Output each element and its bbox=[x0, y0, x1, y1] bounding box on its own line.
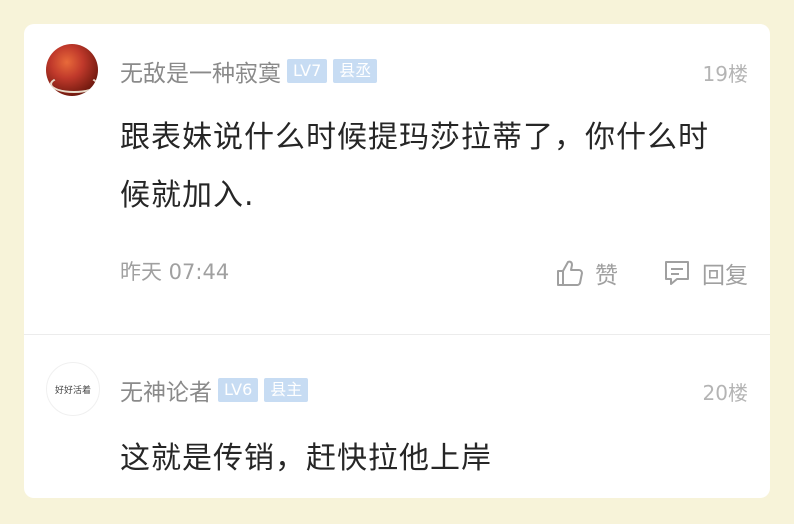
username[interactable]: 无神论者 bbox=[120, 373, 212, 407]
floor-number: 20楼 bbox=[702, 381, 748, 405]
comment-header: 无敌是一种寂寞 LV7 县丞 bbox=[120, 54, 378, 88]
level-badge: LV6 bbox=[218, 378, 259, 402]
reply-label: 回复 bbox=[702, 263, 748, 289]
thumbs-up-icon bbox=[557, 260, 583, 286]
comment-timestamp: 昨天 07:44 bbox=[120, 260, 230, 284]
level-badge: LV7 bbox=[287, 59, 328, 83]
comment-text: 这就是传销，赶快拉他上岸 bbox=[120, 441, 492, 476]
title-badge: 县丞 bbox=[333, 59, 378, 83]
like-button[interactable]: 赞 bbox=[555, 256, 618, 290]
avatar-text: 好好活着 bbox=[54, 385, 91, 396]
avatar[interactable] bbox=[46, 44, 98, 96]
comment-text: 跟表妹说什么时候提玛莎拉蒂了，你什么时候就加入. bbox=[120, 120, 709, 213]
floor-number: 19楼 bbox=[702, 62, 748, 86]
reply-button[interactable]: 回复 bbox=[662, 256, 748, 290]
comment-item: 无敌是一种寂寞 LV7 县丞 19楼 跟表妹说什么时候提玛莎拉蒂了，你什么时候就… bbox=[24, 24, 770, 334]
avatar[interactable]: 好好活着 bbox=[46, 362, 100, 416]
avatar-plate-rim bbox=[50, 75, 98, 93]
comment-icon bbox=[665, 261, 689, 285]
title-badge: 县主 bbox=[264, 378, 309, 402]
comment-card: 无敌是一种寂寞 LV7 县丞 19楼 跟表妹说什么时候提玛莎拉蒂了，你什么时候就… bbox=[24, 24, 770, 498]
username[interactable]: 无敌是一种寂寞 bbox=[120, 54, 281, 88]
comment-actions: 赞 回复 bbox=[555, 256, 748, 290]
comment-header: 无神论者 LV6 县主 bbox=[120, 373, 309, 407]
like-label: 赞 bbox=[595, 263, 618, 289]
